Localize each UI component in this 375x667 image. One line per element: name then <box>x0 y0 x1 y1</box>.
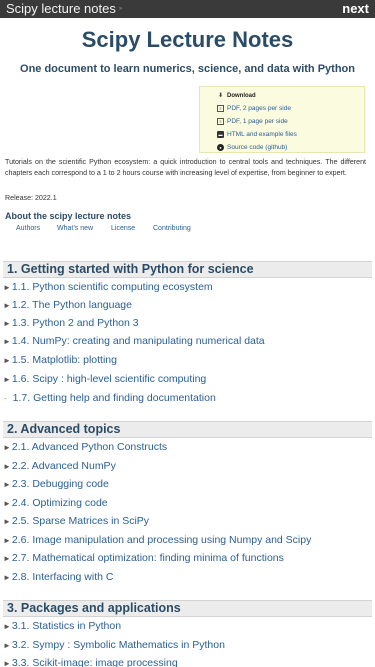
toc-item[interactable]: ►2.1. Advanced Python Constructs <box>3 440 167 455</box>
toc-item[interactable]: ►1.4. NumPy: creating and manipulating n… <box>3 334 265 349</box>
section-packages-applications[interactable]: 3. Packages and applications <box>3 600 372 617</box>
about-heading[interactable]: About the scipy lecture notes <box>5 211 131 221</box>
intro-text: Tutorials on the scientific Python ecosy… <box>5 158 366 177</box>
github-icon: ● <box>217 144 224 151</box>
source-code-link[interactable]: ● Source code (github) <box>217 141 364 154</box>
license-link[interactable]: License <box>111 225 153 232</box>
expand-arrow-icon: ► <box>3 443 11 452</box>
download-box: ⬇ Download ≡ PDF, 2 pages per side ≡ PDF… <box>199 86 365 153</box>
expand-arrow-icon: ► <box>3 462 11 471</box>
expand-arrow-icon: ► <box>3 536 11 545</box>
page-title: Scipy Lecture Notes <box>81 27 294 52</box>
expand-arrow-icon: ► <box>3 283 11 292</box>
toc-item[interactable]: -1.7. Getting help and finding documenta… <box>3 391 216 406</box>
toc-item[interactable]: ►1.1. Python scientific computing ecosys… <box>3 280 213 295</box>
toc-item[interactable]: ►2.8. Interfacing with C <box>3 570 113 585</box>
about-links: Authors What’s new License Contributing <box>16 225 191 232</box>
toc-item[interactable]: ►3.1. Statistics in Python <box>3 619 121 634</box>
download-html-link[interactable]: ▬ HTML and example files <box>217 128 364 141</box>
page-subtitle: One document to learn numerics, science,… <box>20 63 355 75</box>
expand-arrow-icon: ► <box>3 480 11 489</box>
expand-arrow-icon: ► <box>3 356 11 365</box>
expand-arrow-icon: ► <box>3 517 11 526</box>
expand-arrow-icon: ► <box>3 337 11 346</box>
whats-new-link[interactable]: What’s new <box>57 225 111 232</box>
toc-item[interactable]: ►1.2. The Python language <box>3 298 132 313</box>
download-heading: ⬇ Download <box>217 92 256 100</box>
expand-arrow-icon: ► <box>3 499 11 508</box>
toc-item[interactable]: ►1.5. Matplotlib: plotting <box>3 353 117 368</box>
contributing-link[interactable]: Contributing <box>153 225 191 232</box>
version-marker: » <box>118 6 123 13</box>
expand-arrow-icon: ► <box>3 554 11 563</box>
expand-arrow-icon: ► <box>3 319 11 328</box>
bullet-icon: - <box>4 394 7 403</box>
expand-arrow-icon: ► <box>3 573 11 582</box>
toc-item[interactable]: ►2.4. Optimizing code <box>3 496 108 511</box>
next-button[interactable]: next <box>340 0 371 18</box>
expand-arrow-icon: ► <box>3 622 11 631</box>
authors-link[interactable]: Authors <box>16 225 57 232</box>
file-icon: ≡ <box>217 105 224 112</box>
toc-item[interactable]: ►2.5. Sparse Matrices in SciPy <box>3 514 149 529</box>
file-icon: ≡ <box>217 118 224 125</box>
toc-item[interactable]: ►2.3. Debugging code <box>3 477 109 492</box>
download-icon: ⬇ <box>217 92 224 99</box>
site-title[interactable]: Scipy lecture notes» <box>6 0 122 18</box>
expand-arrow-icon: ► <box>3 641 11 650</box>
toc-item[interactable]: ►3.2. Sympy : Symbolic Mathematics in Py… <box>3 638 225 653</box>
section-getting-started[interactable]: 1. Getting started with Python for scien… <box>3 261 372 278</box>
expand-arrow-icon: ► <box>3 375 11 384</box>
archive-icon: ▬ <box>217 131 224 138</box>
toc-item[interactable]: ►2.7. Mathematical optimization: finding… <box>3 551 284 566</box>
section-advanced-topics[interactable]: 2. Advanced topics <box>3 421 372 438</box>
download-pdf-1page-link[interactable]: ≡ PDF, 1 page per side <box>217 115 364 128</box>
expand-arrow-icon: ► <box>3 301 11 310</box>
release-info: Release: 2022.1 <box>5 194 57 202</box>
expand-arrow-icon: ► <box>3 659 11 667</box>
toc-item[interactable]: ►2.2. Advanced NumPy <box>3 459 116 474</box>
toc-item[interactable]: ►3.3. Scikit-image: image processing <box>3 656 178 667</box>
top-bar: Scipy lecture notes» next <box>0 0 375 18</box>
toc-item[interactable]: ►1.3. Python 2 and Python 3 <box>3 316 139 331</box>
toc-item[interactable]: ►1.6. Scipy : high-level scientific comp… <box>3 372 206 387</box>
toc-item[interactable]: ►2.6. Image manipulation and processing … <box>3 533 311 548</box>
download-pdf-2pages-link[interactable]: ≡ PDF, 2 pages per side <box>217 102 364 115</box>
